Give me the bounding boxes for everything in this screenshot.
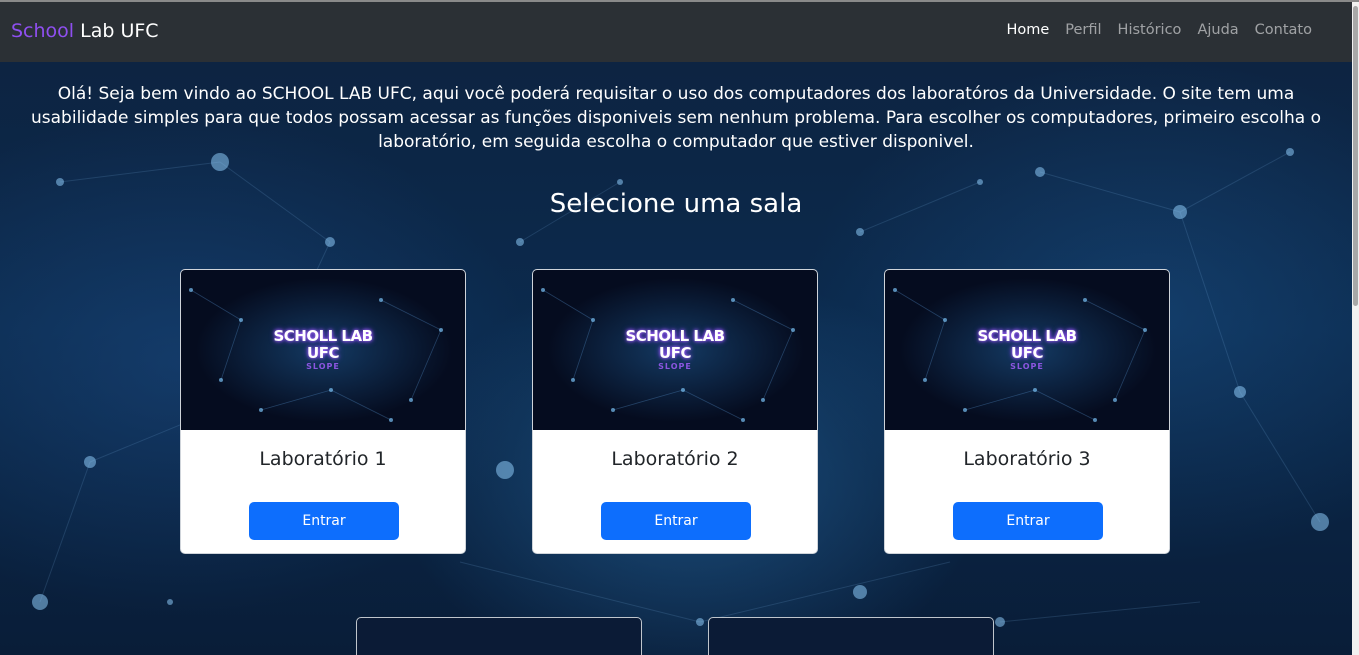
page-scrollbar[interactable] <box>1352 2 1359 655</box>
lab-card-3: SCHOLL LAB UFC SLOPE Laboratório 3 Entra… <box>884 269 1170 554</box>
logo-line-2: UFC <box>307 344 339 362</box>
logo-line-2: UFC <box>1011 344 1043 362</box>
card-title: Laboratório 1 <box>259 448 387 470</box>
lab-card-5-partial <box>708 617 994 655</box>
card-image: SCHOLL LAB UFC SLOPE <box>885 270 1169 430</box>
card-logo: SCHOLL LAB UFC SLOPE <box>885 327 1169 372</box>
logo-line-1: SCHOLL LAB <box>273 327 373 345</box>
brand-logo[interactable]: School Lab UFC <box>11 20 159 42</box>
hero-section: Olá! Seja bem vindo ao SCHOOL LAB UFC, a… <box>0 62 1352 655</box>
card-image: SCHOLL LAB UFC SLOPE <box>533 270 817 430</box>
card-logo: SCHOLL LAB UFC SLOPE <box>533 327 817 372</box>
enter-button-lab-2[interactable]: Entrar <box>601 502 751 540</box>
logo-line-1: SCHOLL LAB <box>977 327 1077 345</box>
logo-line-3: SLOPE <box>1010 362 1044 371</box>
nav-link-contato[interactable]: Contato <box>1255 22 1312 38</box>
brand-accent: School <box>11 20 75 42</box>
nav-link-ajuda[interactable]: Ajuda <box>1197 22 1238 38</box>
card-logo: SCHOLL LAB UFC SLOPE <box>181 327 465 372</box>
nav-link-perfil[interactable]: Perfil <box>1065 22 1101 38</box>
lab-card-2: SCHOLL LAB UFC SLOPE Laboratório 2 Entra… <box>532 269 818 554</box>
lab-card-4-partial <box>356 617 642 655</box>
card-title: Laboratório 2 <box>611 448 739 470</box>
scrollbar-thumb[interactable] <box>1353 6 1358 306</box>
card-image: SCHOLL LAB UFC SLOPE <box>181 270 465 430</box>
logo-line-3: SLOPE <box>306 362 340 371</box>
intro-text: Olá! Seja bem vindo ao SCHOOL LAB UFC, a… <box>31 84 1321 152</box>
nav-link-home[interactable]: Home <box>1006 22 1049 38</box>
lab-card-1: SCHOLL LAB UFC SLOPE Laboratório 1 Entra… <box>180 269 466 554</box>
logo-line-3: SLOPE <box>658 362 692 371</box>
brand-rest: Lab UFC <box>74 20 159 42</box>
card-title: Laboratório 3 <box>963 448 1091 470</box>
nav-links: Home Perfil Histórico Ajuda Contato <box>1006 22 1312 38</box>
logo-line-1: SCHOLL LAB <box>625 327 725 345</box>
nav-link-historico[interactable]: Histórico <box>1118 22 1182 38</box>
enter-button-lab-1[interactable]: Entrar <box>249 502 399 540</box>
section-title: Selecione uma sala <box>549 189 803 219</box>
navbar: School Lab UFC Home Perfil Histórico Aju… <box>0 2 1352 62</box>
logo-line-2: UFC <box>659 344 691 362</box>
enter-button-lab-3[interactable]: Entrar <box>953 502 1103 540</box>
